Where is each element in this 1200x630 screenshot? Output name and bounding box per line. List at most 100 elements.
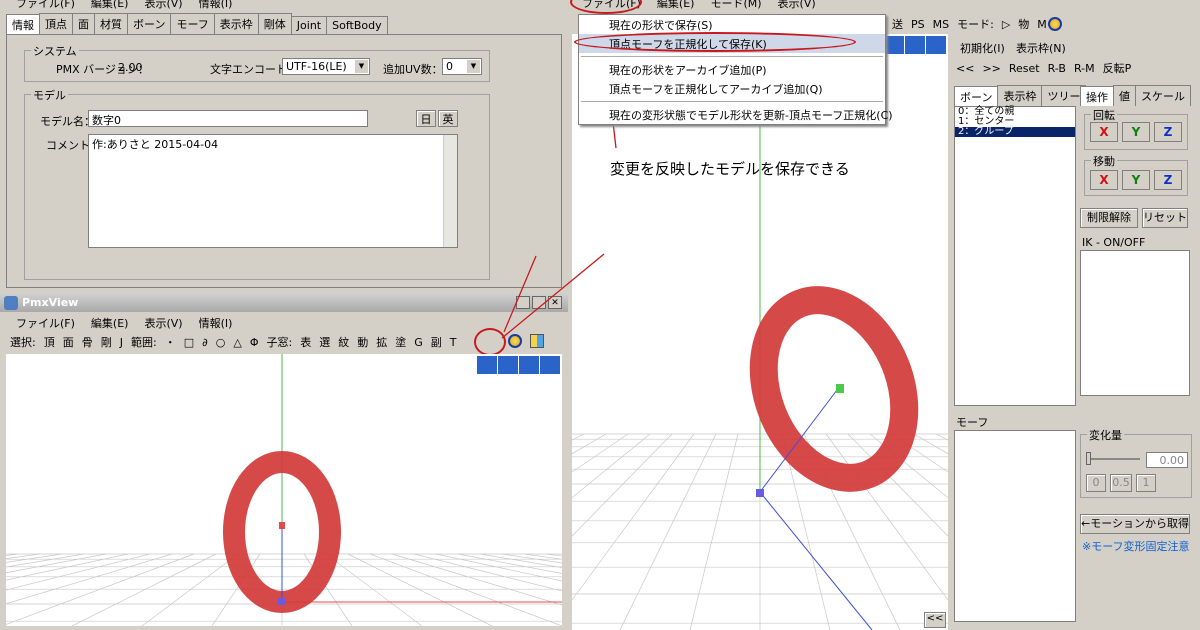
reset-button[interactable]: Reset [1005, 62, 1044, 75]
tab-bone[interactable]: ボーン [127, 13, 172, 34]
menu-info[interactable]: 情報(I) [191, 0, 241, 11]
preset-05-button[interactable]: 0.5 [1110, 474, 1132, 492]
right-tool-2[interactable]: MS [929, 18, 953, 31]
ik-list[interactable] [1080, 250, 1190, 396]
zoom-icon[interactable] [905, 36, 925, 54]
pmxview-tool-4[interactable]: 剛 [97, 334, 116, 350]
move-z-button[interactable]: Z [1154, 170, 1182, 190]
pmxview-tool-8[interactable]: □ [180, 336, 198, 349]
list-item[interactable]: 2：グループ [955, 127, 1075, 137]
move-y-button[interactable]: Y [1122, 170, 1150, 190]
tab-vertex[interactable]: 頂点 [39, 13, 73, 34]
pv-menu-file[interactable]: ファイル(F) [8, 315, 83, 331]
right-tool-3[interactable]: モード: [953, 16, 998, 32]
frame-menu[interactable]: 表示枠(N) [1016, 40, 1066, 56]
r-menu-edit[interactable]: 編集(E) [649, 0, 703, 11]
pmxview-tool-3[interactable]: 骨 [78, 334, 97, 350]
menu-view[interactable]: 表示(V) [136, 0, 190, 11]
bone-list[interactable]: 0：全ての親 1：センター 2：グループ [954, 106, 1076, 406]
rotate-z-button[interactable]: Z [1154, 122, 1182, 142]
archive-normalized-item[interactable]: 頂点モーフを正規化してアーカイブ追加(Q) [579, 79, 885, 98]
right-tool-4[interactable]: ▷ [998, 18, 1014, 31]
right-tool-0[interactable]: 送 [888, 16, 907, 32]
move-icon[interactable] [884, 36, 904, 54]
change-slider[interactable] [1086, 458, 1140, 460]
move-all-icon[interactable] [498, 356, 518, 374]
tab-material[interactable]: 材質 [94, 13, 128, 34]
from-motion-button[interactable]: ←モーションから取得 [1080, 514, 1190, 534]
tab-value[interactable]: 値 [1113, 85, 1136, 106]
comment-scrollbar[interactable] [443, 135, 457, 247]
encoding-select[interactable]: UTF-16(LE) ▼ [282, 58, 370, 75]
tab-softbody[interactable]: SoftBody [326, 16, 388, 34]
tab-operate[interactable]: 操作 [1080, 86, 1114, 106]
prev-button[interactable]: << [952, 62, 978, 75]
rb-button[interactable]: R-B [1044, 62, 1070, 75]
pmxview-tool-20[interactable]: G [410, 336, 427, 349]
preset-0-button[interactable]: 0 [1086, 474, 1106, 492]
menu-file[interactable]: ファイル(F) [8, 0, 83, 11]
pmxview-tool-7[interactable]: ・ [161, 334, 180, 350]
uv-select[interactable]: 0 ▼ [442, 58, 482, 75]
tab-frame[interactable]: 表示枠 [997, 85, 1043, 106]
zoom-icon[interactable] [519, 356, 539, 374]
pmxview-tool-21[interactable]: 副 [427, 334, 446, 350]
tab-frame[interactable]: 表示枠 [213, 13, 259, 34]
tab-morph[interactable]: モーフ [170, 13, 215, 34]
pmxview-tool-22[interactable]: T [446, 336, 461, 349]
pmxview-tool-11[interactable]: △ [229, 336, 245, 349]
limit-release-button[interactable]: 制限解除 [1080, 208, 1138, 228]
update-shape-item[interactable]: 現在の変形状態でモデル形状を更新-頂点モーフ正規化(C) [579, 105, 893, 124]
slider-thumb[interactable] [1086, 452, 1091, 465]
flip-button[interactable]: 反転P [1099, 60, 1136, 76]
morph-list[interactable] [954, 430, 1076, 622]
init-menu[interactable]: 初期化(I) [960, 40, 1005, 56]
pmxview-tool-5[interactable]: J [116, 336, 127, 349]
right-tool-5[interactable]: 物 [1014, 16, 1033, 32]
pmxview-tool-0[interactable]: 選択: [6, 334, 40, 350]
rotate-x-button[interactable]: X [1090, 122, 1118, 142]
rotate-y-button[interactable]: Y [1122, 122, 1150, 142]
menu-edit[interactable]: 編集(E) [83, 0, 137, 11]
pv-menu-info[interactable]: 情報(I) [191, 315, 241, 331]
archive-current-item[interactable]: 現在の形状をアーカイブ追加(P) [579, 60, 885, 79]
gizmo-icon[interactable] [1048, 17, 1062, 31]
pmxview-viewport[interactable] [6, 354, 562, 626]
pmxview-tool-6[interactable]: 範囲: [127, 334, 161, 350]
rotate-icon[interactable] [926, 36, 946, 54]
comment-textarea[interactable]: 作:ありさと 2015-04-04 [88, 134, 458, 248]
pmxview-tool-15[interactable]: 選 [315, 334, 334, 350]
pmxview-tool-16[interactable]: 紋 [334, 334, 353, 350]
rotate-icon[interactable] [540, 356, 560, 374]
reset-button[interactable]: リセット [1142, 208, 1188, 228]
pmxview-tool-2[interactable]: 面 [59, 334, 78, 350]
collapse-button[interactable]: << [924, 612, 946, 628]
tab-scale[interactable]: スケール [1135, 85, 1191, 106]
tab-bone[interactable]: ボーン [954, 86, 999, 106]
preset-1-button[interactable]: 1 [1136, 474, 1156, 492]
change-value-field[interactable]: 0.00 [1146, 452, 1188, 468]
pmxview-tool-18[interactable]: 拡 [372, 334, 391, 350]
pmxview-tool-9[interactable]: ∂ [198, 336, 212, 349]
model-name-input[interactable]: 数字0 [88, 110, 368, 127]
tab-face[interactable]: 面 [72, 13, 95, 34]
move-icon[interactable] [477, 356, 497, 374]
rm-button[interactable]: R-M [1070, 62, 1099, 75]
move-x-button[interactable]: X [1090, 170, 1118, 190]
pmxview-tool-19[interactable]: 塗 [391, 334, 410, 350]
lang-en-button[interactable]: 英 [438, 110, 458, 127]
pv-menu-view[interactable]: 表示(V) [136, 315, 190, 331]
pmxview-tool-13[interactable]: 子窓: [263, 334, 297, 350]
r-menu-view[interactable]: 表示(V) [770, 0, 824, 11]
pmxview-tool-12[interactable]: Φ [246, 336, 263, 349]
pmxview-tool-14[interactable]: 表 [296, 334, 315, 350]
lang-jp-button[interactable]: 日 [416, 110, 436, 127]
pv-menu-edit[interactable]: 編集(E) [83, 315, 137, 331]
tab-info[interactable]: 情報 [6, 14, 40, 34]
pmxview-tool-1[interactable]: 頂 [40, 334, 59, 350]
r-menu-mode[interactable]: モード(M) [702, 0, 769, 11]
tab-joint[interactable]: Joint [290, 16, 328, 34]
right-tool-1[interactable]: PS [907, 18, 929, 31]
tab-rigid[interactable]: 剛体 [257, 13, 292, 34]
pmxview-tool-17[interactable]: 動 [353, 334, 372, 350]
